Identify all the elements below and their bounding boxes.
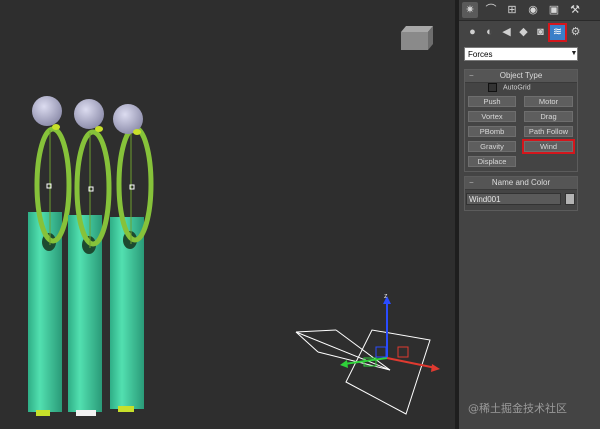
spring-assembly-3[interactable] [110,104,154,412]
hierarchy-icon: ⊞ [507,4,517,16]
object-type-title: Object Type [499,71,543,80]
hierarchy-tab[interactable]: ⊞ [504,2,520,18]
spring-assembly-2[interactable] [68,99,112,416]
wind-gizmo-arrow-icon[interactable] [295,329,431,415]
collapse-icon: − [469,71,474,80]
object-color-swatch[interactable] [565,193,575,205]
pbomb-button[interactable]: PBomb [468,126,516,137]
sphere [74,99,104,129]
shapes-icon[interactable]: ◐ [482,25,497,40]
vortex-button[interactable]: Vortex [468,111,516,122]
wind-button[interactable]: Wind [522,139,575,154]
name-and-color-title: Name and Color [491,178,551,187]
object-name-field[interactable]: Wind001 [466,193,561,205]
space-warps-icon[interactable]: ≋ [548,23,567,42]
autogrid-label: AutoGrid [503,84,531,92]
collapse-icon: − [469,178,474,187]
tube-base [118,406,134,412]
perspective-viewport[interactable]: z [0,0,455,429]
modify-curve-icon: ⌒ [485,4,497,16]
lights-icon[interactable]: ◀ [499,25,514,40]
name-and-color-header[interactable]: − Name and Color [465,177,577,190]
geometry-sphere-icon[interactable]: ● [465,25,480,40]
transform-gizmo-icon[interactable]: z [340,293,440,372]
spring-assembly-1[interactable] [28,96,72,416]
autogrid-checkbox[interactable]: AutoGrid [488,83,568,94]
tube-base [76,410,96,416]
tube-base [36,410,50,416]
motion-tab[interactable]: ◉ [525,2,541,18]
utilities-hammer-icon: ⚒ [570,4,580,16]
checkbox-icon [488,83,497,92]
viewport-scene: z [28,26,440,416]
command-panel-tabs: ✷ ⌒ ⊞ ◉ ▣ ⚒ [459,0,600,21]
category-icons: ● ◐ ◀ ◆ ◙ ≋ ⚙ [459,23,600,43]
watermark-text: @稀土掘金技术社区 [468,402,567,415]
display-tab[interactable]: ▣ [546,2,562,18]
sphere [32,96,62,126]
create-tab[interactable]: ✷ [462,2,478,18]
chevron-down-icon[interactable]: ▼ [569,47,579,61]
drag-button[interactable]: Drag [524,111,573,122]
utilities-tab[interactable]: ⚒ [567,2,583,18]
helpers-icon[interactable]: ◙ [533,25,548,40]
object-type-header[interactable]: − Object Type [465,70,577,83]
push-button[interactable]: Push [468,96,516,107]
displace-button[interactable]: Displace [468,156,516,167]
create-sun-icon: ✷ [465,4,475,16]
viewcube-icon[interactable] [401,26,433,50]
command-panel: ✷ ⌒ ⊞ ◉ ▣ ⚒ ● ◐ ◀ ◆ ◙ ≋ ⚙ Forces ▼ − Obj… [459,0,600,429]
display-icon: ▣ [548,4,560,16]
motor-button[interactable]: Motor [524,96,573,107]
modify-tab[interactable]: ⌒ [483,2,499,18]
cameras-icon[interactable]: ◆ [516,25,531,40]
subcategory-dropdown[interactable]: Forces [464,47,578,61]
motion-icon: ◉ [528,4,538,16]
systems-icon[interactable]: ⚙ [568,25,583,40]
gravity-button[interactable]: Gravity [468,141,516,152]
axis-z-label: z [384,293,388,300]
path-follow-button[interactable]: Path Follow [524,126,573,137]
